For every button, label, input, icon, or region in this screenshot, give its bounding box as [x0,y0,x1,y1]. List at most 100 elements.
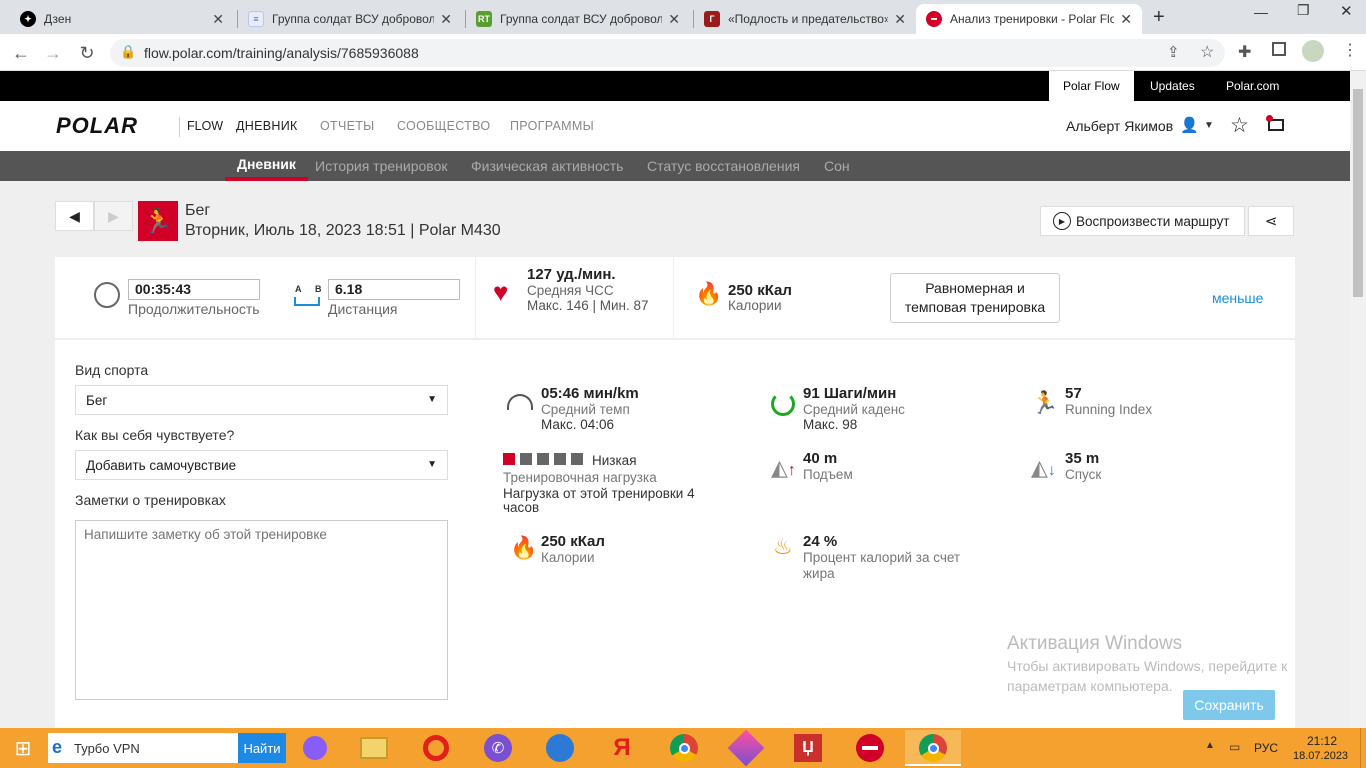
duration-input[interactable]: 00:35:43 [128,279,260,300]
ascent-icon: ◭↑ [771,455,796,480]
close-icon[interactable]: ✕ [668,11,680,28]
notes-textarea[interactable] [75,520,448,700]
link-polar-com[interactable]: Polar.com [1212,71,1293,101]
less-link[interactable]: меньше [1212,290,1263,306]
share-button[interactable]: ⋖ [1248,206,1294,236]
tab-polar[interactable]: ━ Анализ тренировки - Polar Flo ✕ [916,4,1142,34]
polar-app-icon[interactable] [856,734,884,762]
descent-stat: 35 m Спуск [1065,450,1101,482]
running-index-value: 57 [1065,385,1082,402]
nav-community[interactable]: СООБЩЕСТВО [397,119,490,133]
tab-group-1[interactable]: ≡ Группа солдат ВСУ доброволь ✕ [238,4,462,34]
tray-chevron-icon[interactable]: ▲ [1205,740,1215,751]
windows-start-icon[interactable]: ⊞ [6,732,40,764]
menu-icon[interactable]: ⋮ [1342,40,1358,60]
polar-top-bar: Polar Flow Updates Polar.com [0,71,1350,101]
training-type-button[interactable]: Равномерная и темповая тренировка [890,273,1060,323]
notification-dot [1266,115,1273,122]
url-field[interactable]: 🔒 flow.polar.com/training/analysis/76859… [110,39,1225,67]
subnav-activity[interactable]: Физическая активность [459,151,635,181]
polar-logo[interactable]: POLAR [56,113,138,139]
opera-icon[interactable] [423,735,449,761]
maximize-button[interactable]: ❐ [1297,2,1310,19]
clock-time[interactable]: 21:12 [1307,734,1337,748]
clock-date[interactable]: 18.07.2023 [1293,750,1348,762]
tool-icon[interactable]: Џ [794,734,822,762]
hr-minmax: Макс. 146 | Мин. 87 [527,298,649,313]
link-polar-flow[interactable]: Polar Flow [1049,71,1134,101]
ascent-value: 40 m [803,450,838,467]
share-icon: ⋖ [1264,213,1278,230]
feel-select-label: Как вы себя чувствуете? [75,427,235,443]
reload-button[interactable]: ↻ [74,40,100,66]
nav-diary[interactable]: ДНЕВНИК [236,119,298,133]
tab-dzen[interactable]: ✦ Дзен ✕ [10,4,234,34]
close-icon[interactable]: ✕ [894,11,906,28]
subnav-sleep[interactable]: Сон [812,151,862,181]
play-route-button[interactable]: ▶ Воспроизвести маршрут [1040,206,1245,236]
alice-icon[interactable] [303,736,327,760]
forward-button[interactable]: → [40,40,66,66]
nav-reports[interactable]: ОТЧЕТЫ [320,119,375,133]
user-name[interactable]: Альберт Якимов [1066,118,1173,134]
bookmark-star-icon[interactable]: ☆ [1200,42,1214,62]
next-training-button[interactable]: ▶ [94,201,133,231]
chrome-icon[interactable] [670,734,698,762]
nav-programs[interactable]: ПРОГРАММЫ [510,119,594,133]
feel-select[interactable]: Добавить самочувствие ▼ [75,450,448,480]
link-updates[interactable]: Updates [1136,71,1209,101]
taskbar-search-button[interactable]: Найти [238,733,286,763]
scrollbar-thumb[interactable] [1353,89,1363,297]
chevron-down-icon[interactable]: ▼ [1204,120,1214,131]
avatar[interactable] [1302,40,1324,62]
close-icon[interactable]: ✕ [1120,11,1132,28]
close-icon[interactable]: ✕ [440,11,452,28]
stopwatch-icon [94,282,120,308]
ie-icon: e [52,737,63,757]
favorites-star-icon[interactable]: ☆ [1230,113,1249,138]
distance-icon [294,297,320,306]
window-close-button[interactable]: ✕ [1340,2,1353,20]
sidepanel-icon[interactable] [1272,42,1286,56]
show-desktop-button[interactable] [1360,728,1366,768]
subnav-recovery[interactable]: Статус восстановления [635,151,812,181]
descent-label: Спуск [1065,467,1102,482]
distance-label: Дистанция [328,301,398,317]
polar-icon: ━ [926,11,942,27]
activation-watermark-line1: Чтобы активировать Windows, перейдите к [1007,658,1288,674]
distance-input[interactable]: 6.18 [328,279,460,300]
rt-icon: RT [476,11,492,27]
network-icon[interactable]: ▭ [1229,740,1240,754]
active-chrome-task[interactable] [905,730,961,766]
pace-label: Средний темп [541,402,630,417]
explorer-icon[interactable] [360,737,388,759]
running-index-label: Running Index [1065,402,1153,417]
viber-icon[interactable]: ✆ [484,734,512,762]
new-tab-button[interactable]: + [1153,6,1165,29]
globe-icon[interactable] [546,734,574,762]
prev-training-button[interactable]: ◀ [55,201,94,231]
gem-icon[interactable] [727,729,765,767]
sport-select-label: Вид спорта [75,362,149,378]
subnav-history[interactable]: История тренировок [303,151,459,181]
extensions-icon[interactable]: ✚ [1238,42,1251,62]
cadence-icon [771,392,795,416]
taskbar-search-input[interactable]: e Турбо VPN [48,733,238,763]
load-bar [554,453,566,465]
yandex-icon[interactable]: Я [613,734,630,762]
scrollbar[interactable] [1350,71,1366,728]
share-icon[interactable]: ⇪ [1167,43,1180,61]
close-icon[interactable]: ✕ [212,11,224,28]
fat-value: 24 % [803,533,838,550]
minimize-button[interactable]: — [1254,4,1268,20]
sport-select[interactable]: Бег ▼ [75,385,448,415]
load-bar [537,453,549,465]
tab-podlost[interactable]: Г «Подлость и предательство»: ✕ [694,4,916,34]
distance-a-label: A [295,284,302,294]
subnav-diary[interactable]: Дневник [225,151,308,181]
save-button[interactable]: Сохранить [1183,690,1275,720]
back-button[interactable]: ← [8,40,34,66]
summary-panel: 00:35:43 Продолжительность A B 6.18 Дист… [55,257,1295,339]
tab-group-2[interactable]: RT Группа солдат ВСУ доброволь ✕ [466,4,690,34]
language-indicator[interactable]: РУС [1254,741,1278,755]
